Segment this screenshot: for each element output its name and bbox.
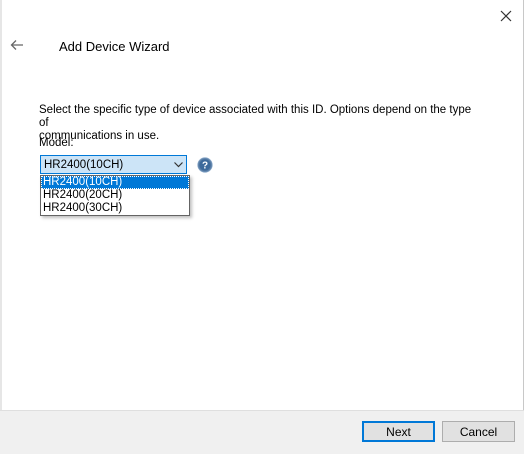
close-button[interactable] <box>494 6 518 26</box>
model-label: Model: <box>39 137 74 149</box>
model-select-value: HR2400(10CH) <box>44 158 124 171</box>
wizard-footer: Next Cancel <box>0 410 524 454</box>
next-button[interactable]: Next <box>362 421 435 442</box>
model-select[interactable]: HR2400(10CH) <box>40 155 187 174</box>
close-icon <box>500 10 512 22</box>
svg-text:?: ? <box>202 161 208 172</box>
cancel-button[interactable]: Cancel <box>442 421 515 442</box>
model-option[interactable]: HR2400(20CH) <box>41 189 189 202</box>
description-line-2: communications in use. <box>39 130 160 142</box>
back-arrow-icon <box>10 40 23 50</box>
help-icon[interactable]: ? <box>197 157 213 173</box>
back-button[interactable] <box>8 36 26 54</box>
description-line-1: Select the specific type of device assoc… <box>39 104 472 129</box>
description-text: Select the specific type of device assoc… <box>39 104 479 143</box>
model-option[interactable]: HR2400(30CH) <box>41 202 189 215</box>
model-option[interactable]: HR2400(10CH) <box>41 176 189 189</box>
window-left-border <box>0 0 2 453</box>
chevron-down-icon[interactable] <box>170 156 186 173</box>
model-dropdown-list[interactable]: HR2400(10CH) HR2400(20CH) HR2400(30CH) <box>40 175 190 216</box>
wizard-title: Add Device Wizard <box>59 39 170 54</box>
